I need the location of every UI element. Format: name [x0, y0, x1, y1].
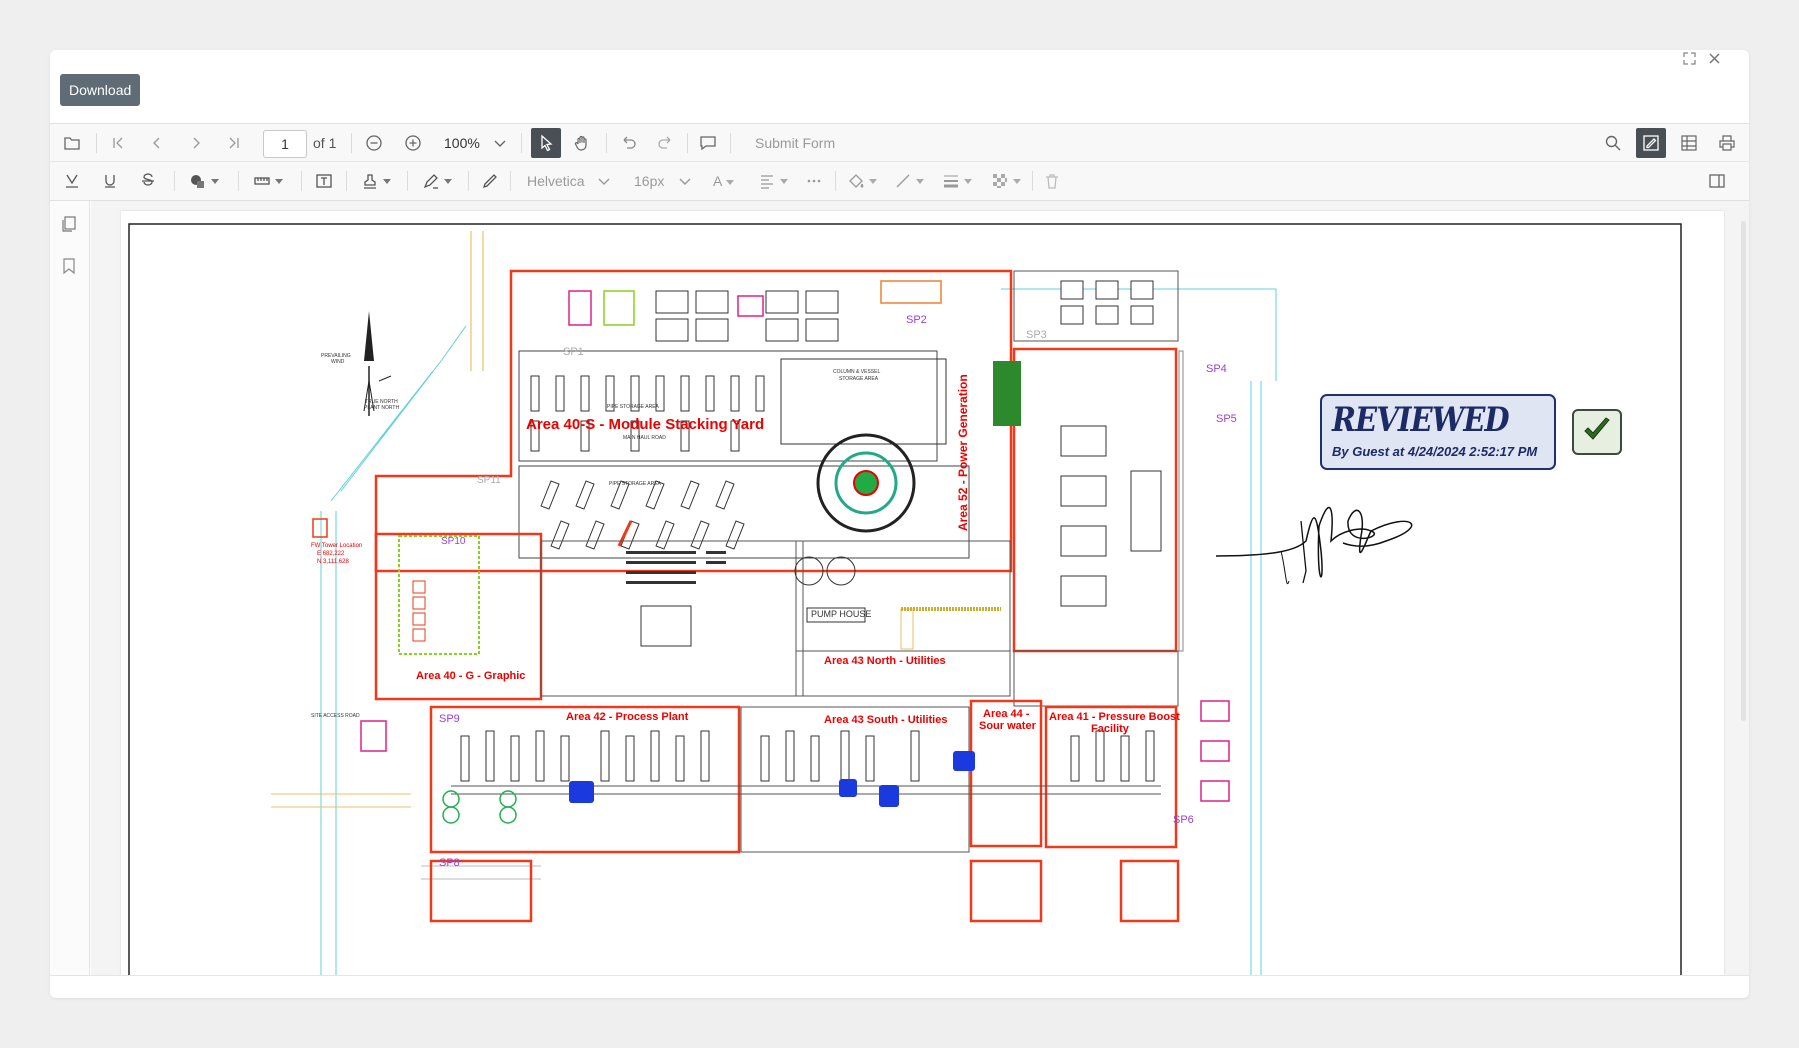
- label-area-42: Area 42 - Process Plant: [566, 711, 689, 723]
- zoom-dropdown-chevron-icon[interactable]: [491, 124, 509, 162]
- pan-hand-icon[interactable]: [569, 124, 595, 162]
- label-column-vessel: COLUMN & VESSEL: [833, 369, 881, 375]
- print-icon[interactable]: [1715, 124, 1739, 162]
- label-area-41-line1: Area 41 - Pressure Boost: [1049, 711, 1180, 723]
- font-size-select[interactable]: 16px: [634, 162, 664, 200]
- stamp-title: REVIEWED: [1332, 400, 1510, 440]
- form-fields-icon[interactable]: [1677, 124, 1701, 162]
- label-area-43s: Area 43 South - Utilities: [824, 714, 948, 726]
- font-family-select[interactable]: Helvetica: [527, 162, 585, 200]
- page-count: of 1: [313, 135, 337, 151]
- label-sp9: SP9: [439, 713, 460, 725]
- label-wind: WIND: [331, 359, 345, 365]
- undo-icon[interactable]: [616, 124, 640, 162]
- close-toolbar-icon[interactable]: [1743, 162, 1749, 200]
- panel-toggle-icon[interactable]: [1705, 162, 1729, 200]
- label-area-43n: Area 43 North - Utilities: [824, 655, 946, 667]
- label-sp10: SP10: [441, 536, 466, 547]
- stroke-color-icon[interactable]: [892, 162, 926, 200]
- document-viewer[interactable]: Area 40-S - Module Stacking Yard Area 52…: [91, 201, 1749, 981]
- zoom-level[interactable]: 100%: [444, 124, 480, 162]
- label-sp4: SP4: [1206, 363, 1227, 375]
- highlight-icon[interactable]: [60, 162, 84, 200]
- label-area-41-line2: Facility: [1091, 723, 1129, 735]
- last-page-icon[interactable]: [222, 124, 246, 162]
- window-controls: [1683, 50, 1721, 72]
- text-color-button[interactable]: A: [713, 162, 735, 200]
- fullscreen-icon[interactable]: [1683, 52, 1696, 70]
- redo-icon[interactable]: [654, 124, 678, 162]
- annotation-mode-icon[interactable]: [1636, 128, 1666, 158]
- site-plan-drawing: [128, 223, 1682, 981]
- label-pipe-storage-south: PIPE STORAGE AREA: [609, 481, 661, 487]
- zoom-in-icon[interactable]: [401, 124, 425, 162]
- label-area-40s: Area 40-S - Module Stacking Yard: [526, 416, 765, 433]
- label-pipe-storage-north: PIPE STORAGE AREA: [607, 404, 659, 410]
- submit-form-button[interactable]: Submit Form: [755, 124, 835, 162]
- comment-icon[interactable]: [696, 124, 720, 162]
- left-sidebar: [50, 201, 90, 975]
- first-page-icon[interactable]: [106, 124, 130, 162]
- stamp-subtitle: By Guest at 4/24/2024 2:52:17 PM: [1332, 444, 1538, 459]
- close-dialog-icon[interactable]: [1708, 52, 1721, 70]
- bookmark-icon[interactable]: [60, 257, 78, 280]
- label-fw-tower-1: FW Tower Location: [311, 543, 363, 549]
- label-sp11: SP11: [477, 475, 501, 486]
- signature-tool-icon[interactable]: [417, 162, 457, 200]
- more-options-icon[interactable]: [802, 162, 826, 200]
- dialog-footer: [50, 975, 1749, 998]
- label-fw-tower-2: E 682,222: [317, 551, 345, 557]
- download-button[interactable]: Download: [60, 74, 141, 106]
- pdf-viewer-dialog: Download 1 of 1 100% Submit Form Helveti…: [50, 50, 1749, 998]
- label-sp5: SP5: [1216, 413, 1237, 425]
- shapes-icon[interactable]: [184, 162, 224, 200]
- label-pump-house: PUMP HOUSE: [811, 609, 872, 619]
- label-sp2: SP2: [906, 314, 927, 326]
- zoom-out-icon[interactable]: [362, 124, 386, 162]
- delete-trash-icon[interactable]: [1040, 162, 1064, 200]
- label-area-52: Area 52 - Power Generation: [956, 374, 970, 531]
- ink-pen-icon[interactable]: [478, 162, 502, 200]
- fill-color-icon[interactable]: [845, 162, 879, 200]
- label-area-40g: Area 40 - G - Graphic: [416, 670, 526, 682]
- page-number-input[interactable]: 1: [263, 130, 307, 158]
- select-tool-button[interactable]: [531, 128, 561, 158]
- opacity-icon[interactable]: [987, 162, 1025, 200]
- label-sp6: SP6: [1173, 814, 1194, 826]
- font-family-chevron-icon[interactable]: [595, 162, 613, 200]
- open-folder-icon[interactable]: [60, 124, 84, 162]
- reviewed-stamp[interactable]: REVIEWED By Guest at 4/24/2024 2:52:17 P…: [1320, 394, 1556, 470]
- label-sp8: SP8: [439, 857, 460, 869]
- next-page-icon[interactable]: [184, 124, 208, 162]
- free-text-icon[interactable]: [312, 162, 336, 200]
- checkmark-stamp[interactable]: [1572, 409, 1622, 455]
- vertical-scrollbar[interactable]: [1741, 221, 1746, 721]
- line-thickness-icon[interactable]: [937, 162, 977, 200]
- label-main-haul-road: MAIN HAUL ROAD: [623, 435, 666, 441]
- stamp-tool-icon[interactable]: [356, 162, 396, 200]
- label-sp1: SP1: [563, 346, 584, 358]
- pdf-page[interactable]: Area 40-S - Module Stacking Yard Area 52…: [121, 211, 1724, 981]
- main-toolbar: 1 of 1 100% Submit Form: [50, 123, 1749, 162]
- annotation-toolbar: Helvetica 16px A: [50, 162, 1749, 201]
- previous-page-icon[interactable]: [145, 124, 169, 162]
- label-plant-north: PLANT NORTH: [364, 405, 400, 411]
- label-area-44-line1: Area 44 -: [983, 708, 1030, 720]
- label-fw-tower-3: N 3,111,628: [317, 559, 349, 565]
- text-align-icon[interactable]: [756, 162, 790, 200]
- label-site-access-road: SITE ACCESS ROAD: [311, 713, 360, 719]
- underline-icon[interactable]: [98, 162, 122, 200]
- label-area-44-line2: Sour water: [979, 720, 1036, 732]
- strikethrough-icon[interactable]: [136, 162, 160, 200]
- search-icon[interactable]: [1601, 124, 1625, 162]
- thumbnails-icon[interactable]: [60, 215, 78, 238]
- label-sp3: SP3: [1026, 329, 1047, 341]
- label-storage-area: STORAGE AREA: [839, 376, 879, 382]
- font-size-chevron-icon[interactable]: [676, 162, 694, 200]
- measure-icon[interactable]: [248, 162, 288, 200]
- checkmark-icon: [1582, 416, 1612, 449]
